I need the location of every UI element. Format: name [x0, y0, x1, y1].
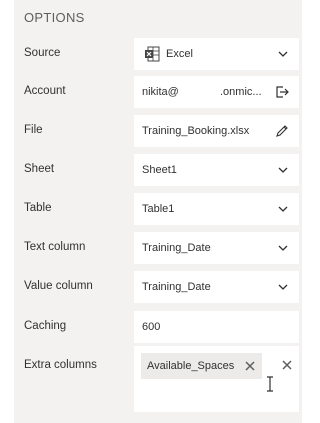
source-dropdown[interactable]: Excel [134, 38, 299, 70]
close-icon[interactable] [244, 360, 256, 372]
text-column-label: Text column [24, 241, 86, 253]
extra-column-tag-label: Available_Spaces [147, 360, 235, 372]
text-column-dropdown[interactable]: Training_Date [134, 232, 299, 264]
options-panel: OPTIONS Source Excel Account nikita@ .on… [14, 0, 302, 423]
source-value: Excel [166, 48, 193, 60]
caching-input[interactable]: 600 [134, 311, 299, 343]
file-value: Training_Booking.xlsx [142, 125, 250, 137]
sheet-value: Sheet1 [142, 164, 177, 176]
file-field[interactable]: Training_Booking.xlsx [134, 115, 299, 147]
value-column-dropdown[interactable]: Training_Date [134, 271, 299, 303]
value-column-value: Training_Date [142, 281, 211, 293]
sheet-label: Sheet [24, 163, 55, 175]
table-value: Table1 [142, 203, 175, 215]
account-value-prefix: nikita@ [142, 86, 179, 98]
source-label: Source [24, 47, 61, 59]
chevron-down-icon [278, 284, 288, 290]
table-label: Table [24, 202, 52, 214]
chevron-down-icon [278, 245, 288, 251]
chevron-down-icon [278, 167, 288, 173]
chevron-down-icon [278, 206, 288, 212]
caching-label: Caching [24, 320, 67, 332]
text-cursor-icon [267, 376, 273, 392]
account-label: Account [24, 85, 66, 97]
caching-value: 600 [142, 321, 161, 333]
table-dropdown[interactable]: Table1 [134, 193, 299, 225]
sheet-dropdown[interactable]: Sheet1 [134, 154, 299, 186]
account-value-suffix: .onmic... [220, 86, 262, 98]
value-column-label: Value column [24, 280, 93, 292]
clear-all-close-icon[interactable] [281, 359, 293, 371]
account-field[interactable]: nikita@ .onmic... [134, 76, 299, 108]
extra-column-tag[interactable]: Available_Spaces [141, 353, 263, 379]
options-header: OPTIONS [24, 10, 85, 25]
pencil-icon[interactable] [274, 123, 290, 139]
signout-icon[interactable] [274, 84, 290, 100]
excel-icon [145, 46, 160, 62]
file-label: File [24, 124, 43, 136]
extra-columns-label: Extra columns [24, 359, 97, 371]
text-column-value: Training_Date [142, 242, 211, 254]
chevron-down-icon [278, 51, 288, 57]
left-margin [0, 0, 14, 423]
